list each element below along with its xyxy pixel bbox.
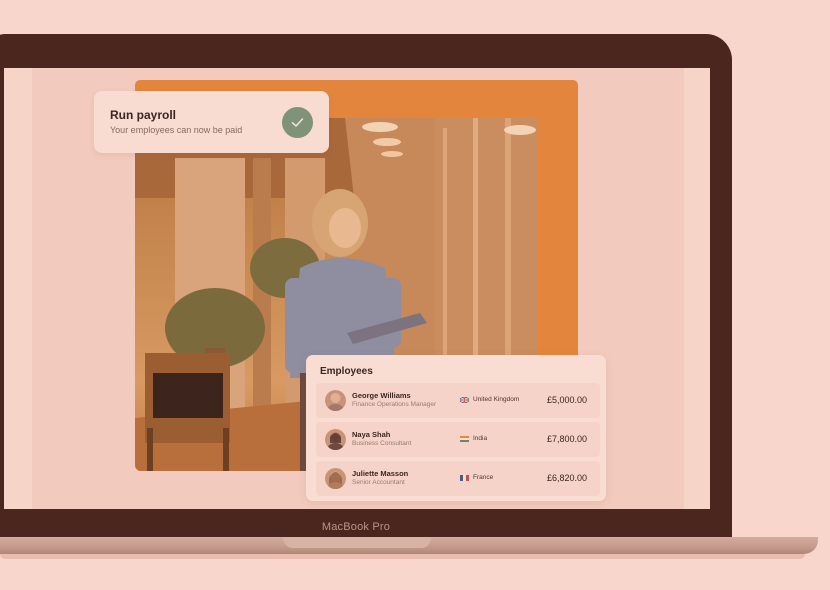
employee-country: France xyxy=(473,474,494,481)
run-payroll-subtitle: Your employees can now be paid xyxy=(110,125,243,135)
employee-amount: £5,000.00 xyxy=(546,395,587,405)
employee-amount: £6,820.00 xyxy=(546,473,587,483)
avatar xyxy=(325,429,346,450)
check-icon xyxy=(282,107,313,138)
employee-country: India xyxy=(473,435,488,442)
india-flag-icon xyxy=(460,436,469,442)
employee-name: George Williams xyxy=(352,391,411,400)
employee-role: Business Consultant xyxy=(352,440,412,447)
run-payroll-card: Run payroll Your employees can now be pa… xyxy=(94,91,329,153)
france-flag-icon xyxy=(460,475,469,481)
employee-name: Naya Shah xyxy=(352,430,391,439)
laptop-model-label: MacBook Pro xyxy=(321,521,391,533)
employees-card: Employees George Williams Finance Operat… xyxy=(306,355,606,501)
table-row[interactable]: Juliette Masson Senior Accountant France… xyxy=(316,461,600,496)
laptop-notch xyxy=(283,537,431,548)
employees-title: Employees xyxy=(320,366,373,377)
laptop-shadow xyxy=(0,554,805,559)
uk-flag-icon xyxy=(460,397,469,403)
employee-country: United Kingdom xyxy=(473,396,520,403)
laptop-screen: Run payroll Your employees can now be pa… xyxy=(4,68,710,509)
table-row[interactable]: George Williams Finance Operations Manag… xyxy=(316,383,600,418)
employee-role: Finance Operations Manager xyxy=(352,401,437,408)
run-payroll-title: Run payroll xyxy=(110,108,177,122)
employee-name: Juliette Masson xyxy=(352,469,409,478)
table-row[interactable]: Naya Shah Business Consultant India £7,8… xyxy=(316,422,600,457)
avatar xyxy=(325,390,346,411)
employee-role: Senior Accountant xyxy=(352,479,405,486)
employee-amount: £7,800.00 xyxy=(546,434,587,444)
avatar xyxy=(325,468,346,489)
